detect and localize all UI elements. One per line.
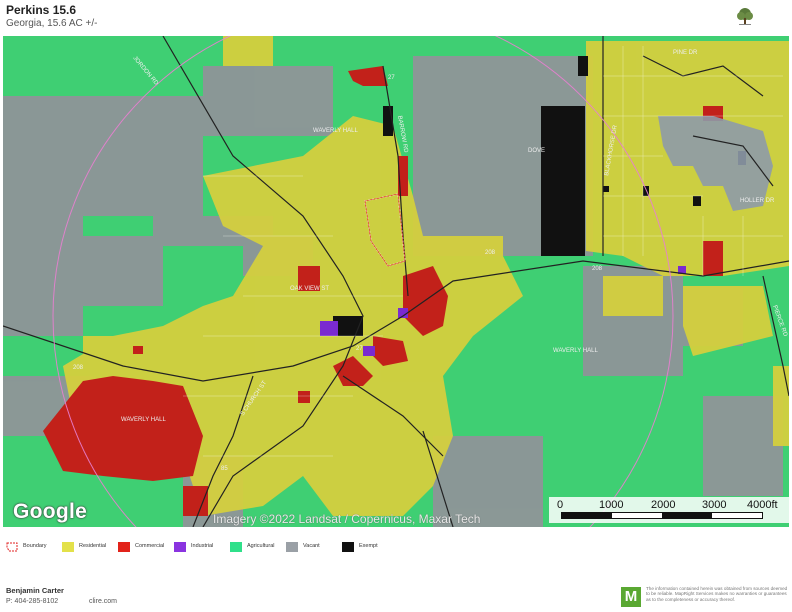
place-label-dove: DOVE [528, 148, 545, 154]
legend-label: Industrial [191, 543, 214, 549]
road-label-208-a: 208 [73, 365, 84, 371]
mapright-logo: M [621, 587, 641, 607]
place-label-waverly-hall-2: WAVERLY HALL [553, 348, 598, 354]
legend-label: Exempt [359, 543, 378, 549]
scale-bar: 0 1000 2000 3000 4000ft [549, 497, 789, 523]
map-header: Perkins 15.6 Georgia, 15.6 AC +/- [6, 3, 97, 30]
parcel-map[interactable]: JORDON RD WAVERLY HALL DOVE WAVERLY HALL… [3, 36, 789, 527]
legend-swatch [62, 542, 74, 552]
place-label-waverly-hall-3: WAVERLY HALL [121, 417, 166, 423]
scale-label-3000: 3000 [702, 499, 727, 511]
scale-label-2000: 2000 [651, 499, 676, 511]
road-label-208-b: 208 [485, 250, 496, 256]
legend-swatch [230, 542, 242, 552]
scale-label-0: 0 [557, 499, 564, 511]
disclaimer-text: The information contained herein was obt… [646, 586, 788, 602]
boundary-outline-icon [6, 542, 18, 552]
page-subtitle: Georgia, 15.6 AC +/- [6, 18, 98, 29]
tree-logo-icon [737, 8, 753, 25]
legend-label: Agricultural [247, 543, 275, 549]
legend-label: Residential [79, 543, 107, 549]
contact-name: Benjamin Carter [6, 586, 64, 595]
road-label-27-a: 27 [388, 75, 395, 81]
road-label-oak-view-st: OAK VIEW ST [290, 286, 329, 292]
scale-bar-graphic [561, 512, 763, 519]
contact-info: Benjamin Carter P: 404-285-8102 clire.co… [6, 586, 117, 605]
scale-label-1000: 1000 [599, 499, 624, 511]
road-label-pine-dr: PINE DR [673, 50, 698, 56]
page-title: Perkins 15.6 [6, 3, 77, 17]
contact-website[interactable]: clire.com [89, 598, 117, 605]
parcel-map-canvas[interactable]: JORDON RD WAVERLY HALL DOVE WAVERLY HALL… [3, 36, 789, 527]
legend-label: Boundary [23, 543, 47, 549]
scale-label-4000ft: 4000ft [747, 499, 778, 511]
legend-label: Vacant [303, 543, 320, 549]
imagery-credit: Imagery ©2022 Landsat / Copernicus, Maxa… [213, 512, 481, 526]
place-label-waverly-hall-1: WAVERLY HALL [313, 128, 358, 134]
google-logo: Google [13, 500, 88, 523]
legend-swatch [342, 542, 354, 552]
legend-label: Commercial [135, 543, 165, 549]
legend-swatch [118, 542, 130, 552]
contact-phone[interactable]: P: 404-285-8102 [6, 598, 58, 605]
road-label-holler-dr: HOLLER DR [740, 198, 775, 204]
legend-swatch [286, 542, 298, 552]
legend-swatch [174, 542, 186, 552]
road-label-27-b: 27 [356, 346, 363, 352]
road-label-208-c: 208 [592, 266, 603, 272]
road-label-85: 85 [221, 466, 228, 472]
